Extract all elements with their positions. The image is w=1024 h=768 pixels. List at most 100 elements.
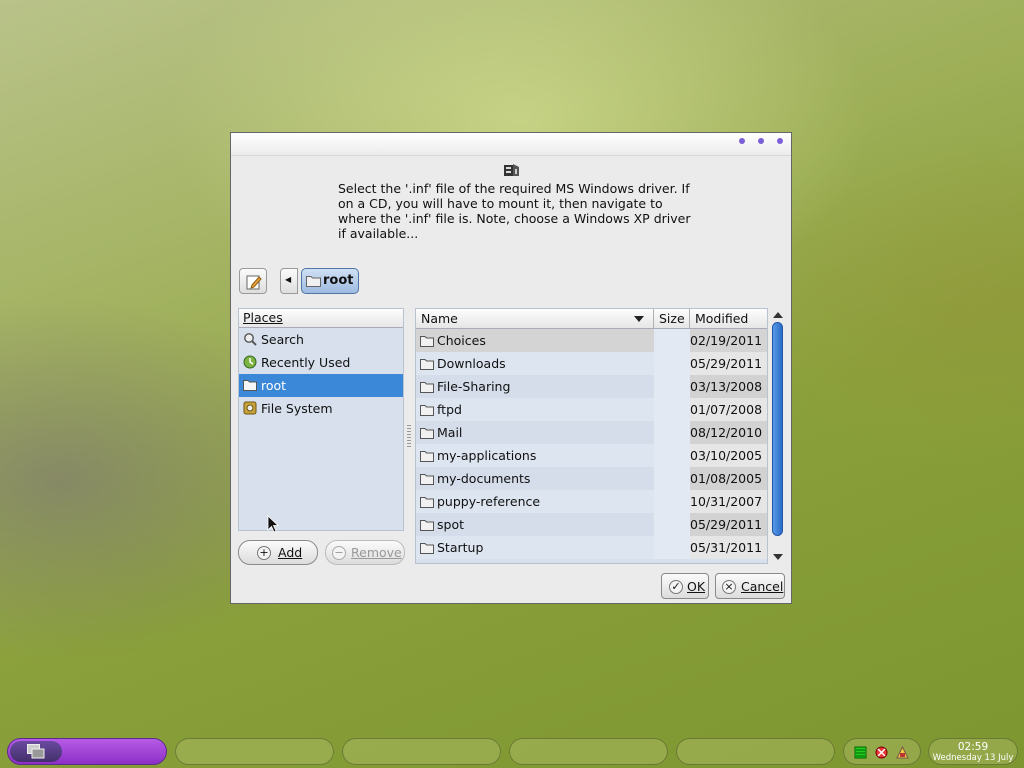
file-name: my-applications: [437, 448, 537, 463]
file-modified: 03/10/2005: [690, 444, 767, 467]
file-row[interactable]: File-Sharing 03/13/2008: [416, 375, 767, 398]
remove-label: Remove: [351, 545, 402, 560]
folder-icon: [420, 497, 434, 508]
clock-time: 02:59: [957, 741, 989, 753]
file-chooser-dialog: Select the '.inf' file of the required M…: [230, 132, 792, 604]
file-row[interactable]: my-documents 01/08/2005: [416, 467, 767, 490]
system-tray: [843, 738, 921, 765]
file-row[interactable]: Startup 05/31/2011: [416, 536, 767, 559]
column-size-header[interactable]: Size: [654, 309, 690, 328]
update-icon[interactable]: [896, 746, 909, 759]
minimize-dot-button[interactable]: [739, 138, 745, 144]
taskbar-window-slot[interactable]: [676, 738, 835, 765]
file-name: puppy-reference: [437, 494, 541, 509]
clock[interactable]: 02:59 Wednesday 13 July: [928, 738, 1018, 765]
file-size: [654, 352, 690, 375]
taskbar-window-slot[interactable]: [342, 738, 501, 765]
taskbar: 02:59 Wednesday 13 July: [0, 736, 1024, 768]
place-label: root: [261, 378, 287, 393]
ok-button[interactable]: ✓ OK: [661, 573, 709, 599]
folder-icon: [420, 428, 434, 439]
breadcrumb-root[interactable]: root: [301, 268, 359, 294]
file-list-header: Name Size Modified: [416, 309, 767, 329]
remove-bookmark-button[interactable]: − Remove: [325, 540, 405, 565]
folder-icon: [420, 543, 434, 554]
folder-icon: [306, 276, 321, 287]
taskbar-window-slot[interactable]: [509, 738, 668, 765]
computer-icon: [27, 744, 45, 759]
place-label: File System: [261, 401, 333, 416]
folder-icon: [420, 520, 434, 531]
search-icon: [244, 333, 257, 346]
file-row[interactable]: Downloads 05/29/2011: [416, 352, 767, 375]
file-modified: 03/13/2008: [690, 375, 767, 398]
place-file-system[interactable]: File System: [239, 397, 403, 420]
file-row[interactable]: ftpd 01/07/2008: [416, 398, 767, 421]
place-root[interactable]: root: [239, 374, 403, 397]
driver-app-icon: [504, 163, 520, 177]
file-list: Name Size Modified Choices 02/19/2011 Do…: [415, 308, 768, 564]
add-label: Add: [278, 545, 303, 560]
place-label: Search: [261, 332, 304, 347]
file-row[interactable]: puppy-reference 10/31/2007: [416, 490, 767, 513]
file-name: spot: [437, 517, 464, 532]
file-modified: 05/29/2011: [690, 513, 767, 536]
folder-icon: [420, 336, 434, 347]
file-name: Downloads: [437, 356, 506, 371]
file-size: [654, 444, 690, 467]
mouse-pointer-icon: [267, 515, 279, 533]
file-row[interactable]: Choices 02/19/2011: [416, 329, 767, 352]
scrollbar-thumb[interactable]: [772, 322, 783, 536]
file-name: File-Sharing: [437, 379, 511, 394]
places-panel: Places Search Recently Used root File Sy…: [238, 308, 404, 531]
scroll-down-arrow-icon[interactable]: [773, 554, 783, 560]
column-modified-header[interactable]: Modified: [690, 309, 767, 328]
volume-muted-icon[interactable]: [875, 746, 888, 759]
file-modified: 01/08/2005: [690, 467, 767, 490]
column-name-header[interactable]: Name: [416, 309, 654, 328]
cancel-button[interactable]: × Cancel: [715, 573, 785, 599]
pane-splitter-handle[interactable]: [407, 425, 411, 447]
clock-date: Wednesday 13 July: [932, 753, 1014, 763]
file-modified: 05/29/2011: [690, 352, 767, 375]
recent-icon: [243, 355, 257, 369]
places-header[interactable]: Places: [239, 309, 403, 328]
file-modified: 10/31/2007: [690, 490, 767, 513]
file-size: [654, 490, 690, 513]
file-size: [654, 375, 690, 398]
maximize-dot-button[interactable]: [758, 138, 764, 144]
folder-icon: [420, 474, 434, 485]
file-name: Mail: [437, 425, 463, 440]
folder-icon: [420, 451, 434, 462]
file-size: [654, 513, 690, 536]
network-icon[interactable]: [854, 746, 867, 759]
ok-label: OK: [687, 579, 706, 594]
file-row[interactable]: spot 05/29/2011: [416, 513, 767, 536]
file-size: [654, 421, 690, 444]
close-dot-button[interactable]: [777, 138, 783, 144]
folder-icon: [420, 405, 434, 416]
file-name: Startup: [437, 540, 484, 555]
file-size: [654, 329, 690, 352]
file-list-scrollbar[interactable]: [771, 308, 785, 564]
check-icon: ✓: [669, 580, 683, 594]
file-modified: 08/12/2010: [690, 421, 767, 444]
place-recently-used[interactable]: Recently Used: [239, 351, 403, 374]
file-size: [654, 467, 690, 490]
file-size: [654, 536, 690, 559]
place-search[interactable]: Search: [239, 328, 403, 351]
taskbar-window-slot[interactable]: [175, 738, 334, 765]
cancel-label: Cancel: [741, 579, 784, 594]
file-row[interactable]: my-applications 03/10/2005: [416, 444, 767, 467]
dialog-titlebar[interactable]: [231, 133, 791, 156]
folder-icon: [243, 380, 257, 391]
add-bookmark-button[interactable]: + Add: [238, 540, 318, 565]
breadcrumb-label: root: [323, 273, 354, 288]
path-back-button[interactable]: ◀: [280, 268, 298, 294]
type-location-button[interactable]: [239, 268, 267, 294]
scroll-up-arrow-icon[interactable]: [773, 312, 783, 318]
folder-icon: [420, 382, 434, 393]
file-row[interactable]: Mail 08/12/2010: [416, 421, 767, 444]
pencil-icon: [246, 275, 262, 290]
start-menu-button[interactable]: [7, 738, 167, 765]
